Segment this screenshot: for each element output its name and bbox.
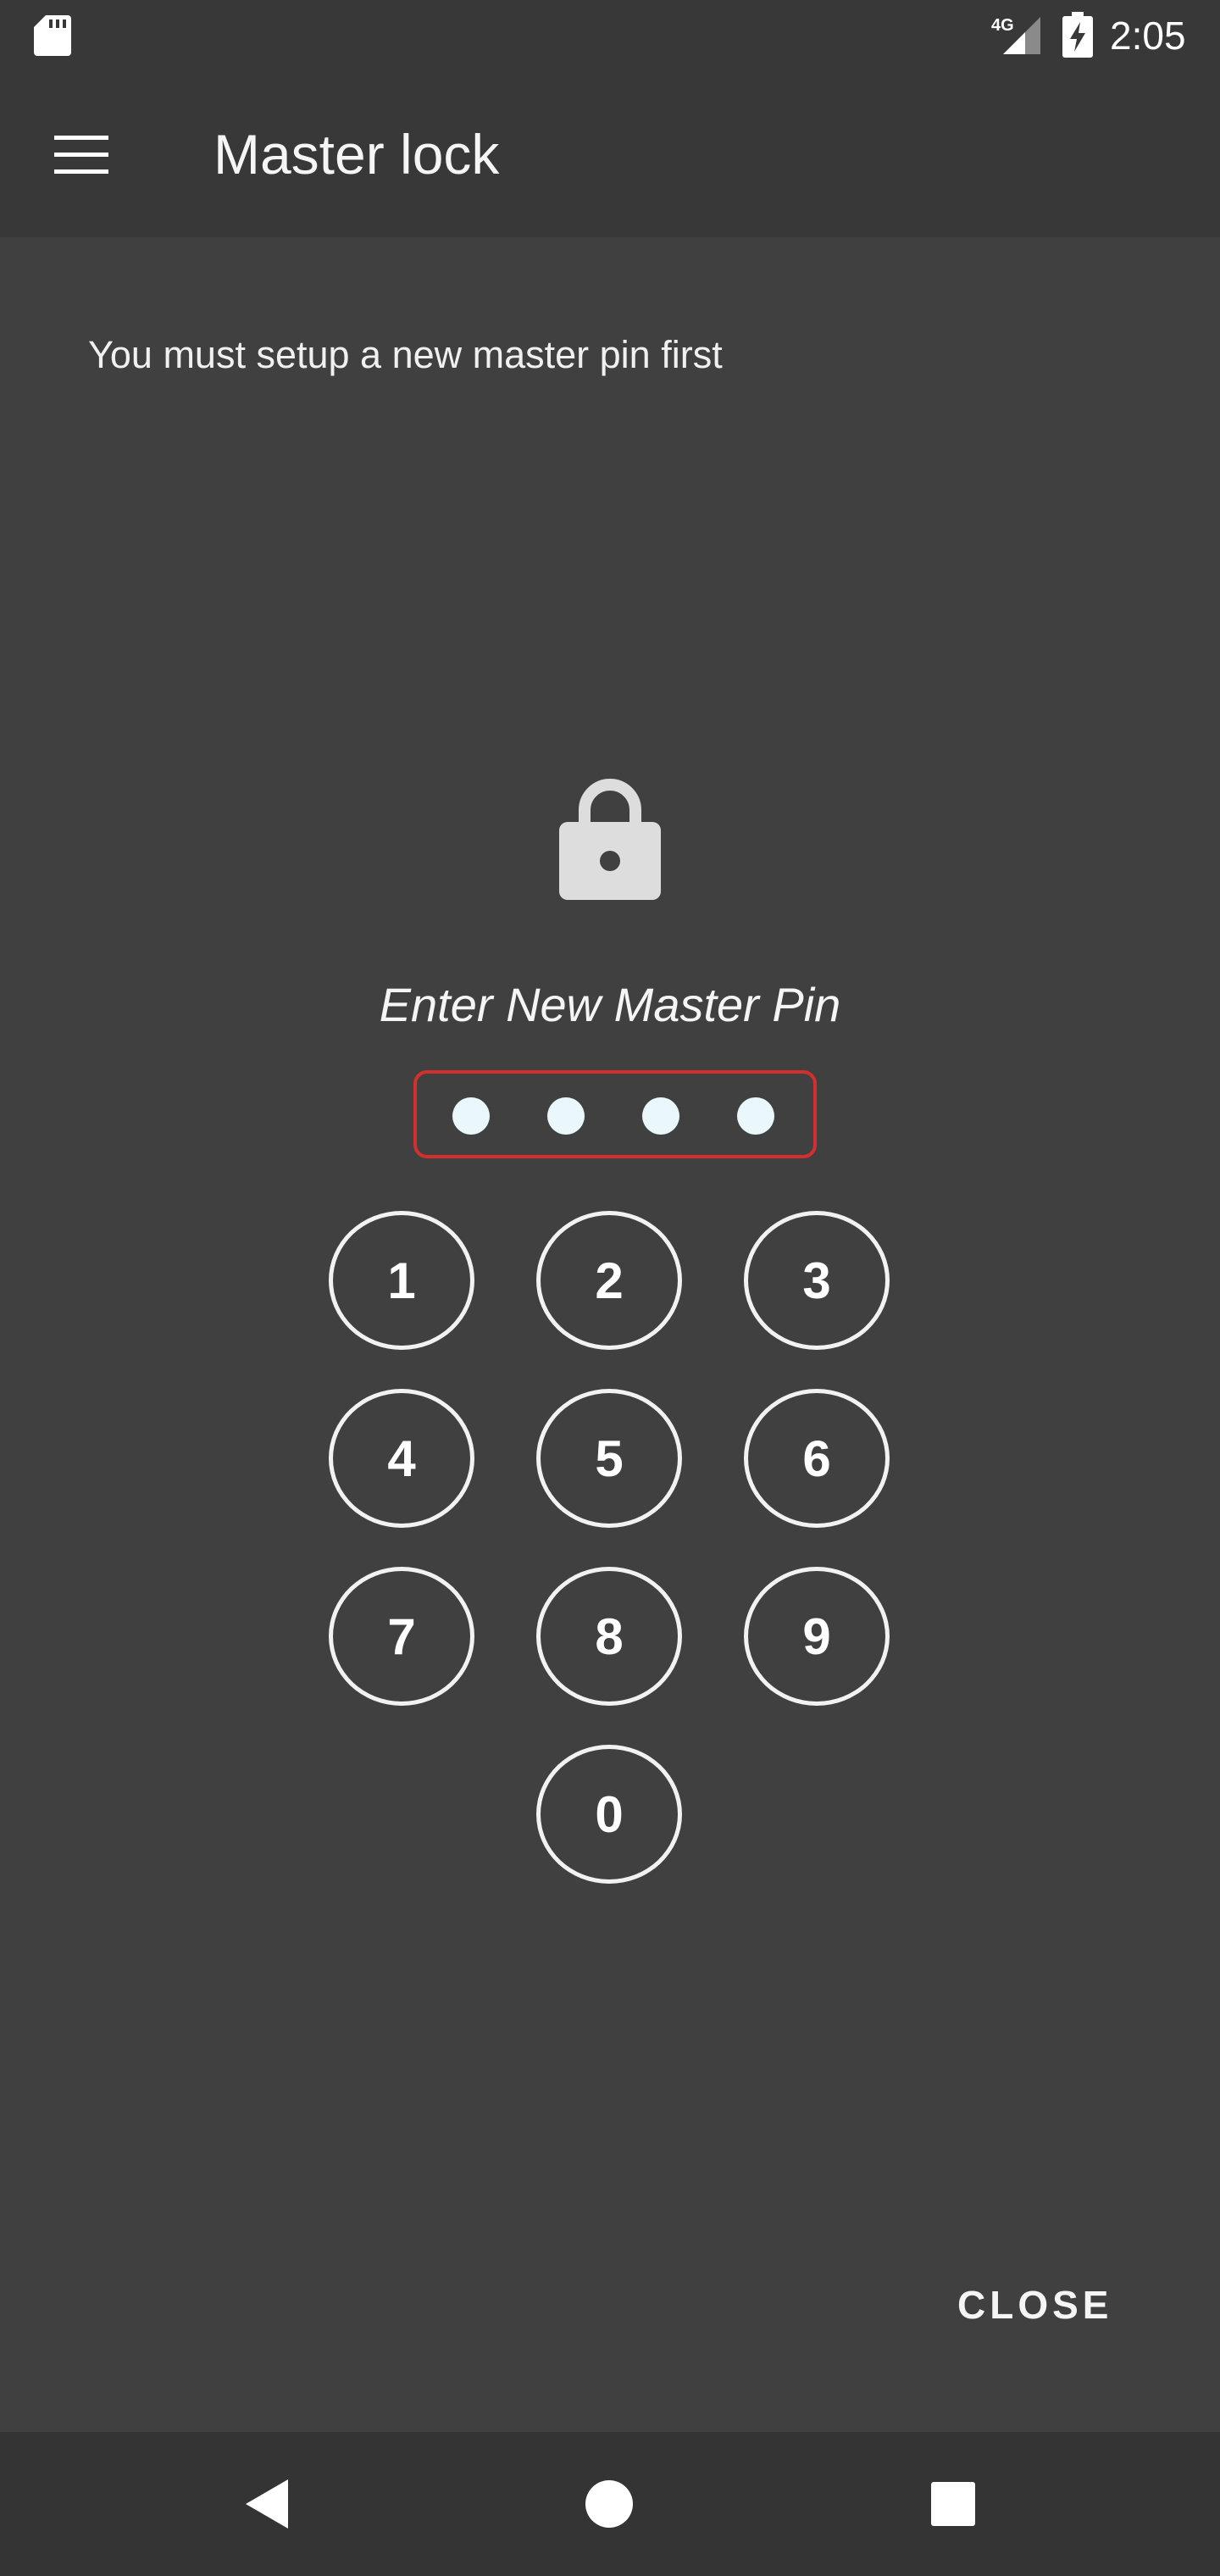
keypad-key-4[interactable]: 4 [329, 1389, 474, 1528]
pin-prompt: Enter New Master Pin [379, 978, 841, 1031]
close-button[interactable]: CLOSE [957, 2274, 1112, 2335]
app-bar: Master lock [0, 71, 1220, 237]
keypad-key-5[interactable]: 5 [536, 1389, 682, 1528]
screen: 4G 2:05 Master lock You must setup a new… [0, 0, 1220, 2576]
pin-dot [547, 1097, 585, 1135]
lock-icon [559, 779, 661, 900]
setup-notice: You must setup a new master pin first [88, 333, 723, 376]
navigation-bar [0, 2432, 1220, 2576]
page-title: Master lock [214, 123, 500, 186]
keypad-key-9[interactable]: 9 [744, 1567, 890, 1706]
keypad-key-3[interactable]: 3 [744, 1211, 890, 1350]
network-type-label: 4G [991, 16, 1014, 35]
keypad-key-6[interactable]: 6 [744, 1389, 890, 1528]
pin-dot [642, 1097, 679, 1135]
back-icon[interactable] [242, 2478, 291, 2530]
status-bar: 4G 2:05 [0, 0, 1220, 71]
keypad-key-0[interactable]: 0 [536, 1745, 682, 1884]
pin-dot [452, 1097, 490, 1135]
battery-charging-icon [1062, 12, 1093, 58]
signal-icon: 4G [991, 16, 1040, 54]
pin-entry-field [413, 1070, 817, 1158]
keypad-key-8[interactable]: 8 [536, 1567, 682, 1706]
keypad-key-7[interactable]: 7 [329, 1567, 474, 1706]
recents-icon[interactable] [931, 2482, 975, 2526]
keypad-key-2[interactable]: 2 [536, 1211, 682, 1350]
sd-card-icon [34, 15, 71, 56]
keypad-key-1[interactable]: 1 [329, 1211, 474, 1350]
menu-icon[interactable] [49, 132, 117, 178]
pin-dot [737, 1097, 774, 1135]
status-time: 2:05 [1110, 14, 1186, 58]
home-icon[interactable] [585, 2479, 634, 2529]
